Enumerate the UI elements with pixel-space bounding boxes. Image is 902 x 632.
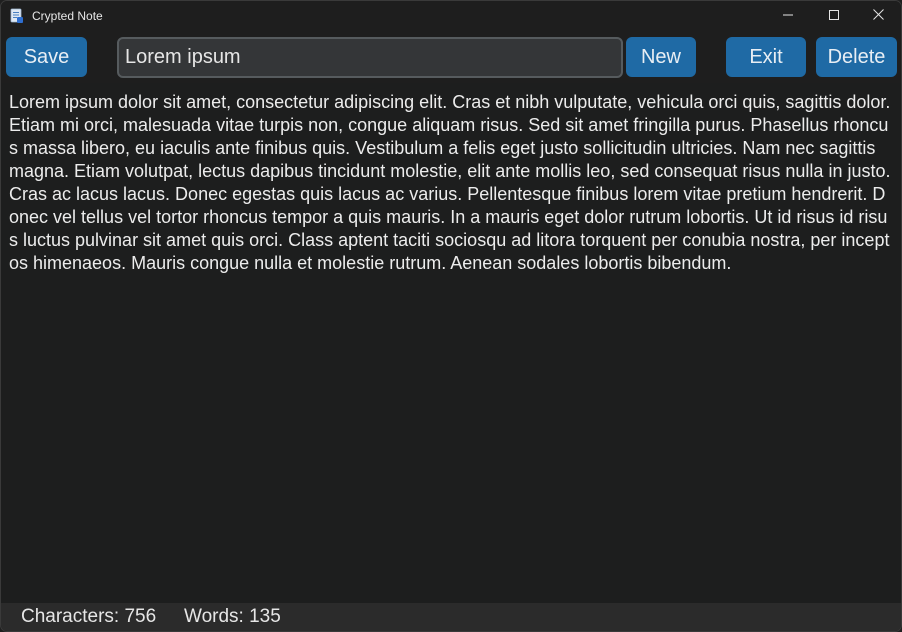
status-bar: Characters: 756 Words: 135 bbox=[1, 603, 901, 631]
title-bar[interactable]: Crypted Note bbox=[1, 1, 901, 31]
note-title-input[interactable]: Lorem ipsum bbox=[117, 37, 623, 78]
notepad-icon bbox=[10, 8, 24, 24]
window-title: Crypted Note bbox=[32, 9, 103, 23]
maximize-icon bbox=[829, 7, 839, 25]
minimize-icon bbox=[783, 7, 793, 25]
note-body-text: Lorem ipsum dolor sit amet, consectetur … bbox=[9, 92, 891, 273]
note-editor[interactable]: Lorem ipsum dolor sit amet, consectetur … bbox=[1, 83, 901, 603]
word-count: Words: 135 bbox=[184, 606, 281, 627]
save-button[interactable]: Save bbox=[6, 37, 87, 77]
close-button[interactable] bbox=[855, 1, 901, 31]
close-icon bbox=[872, 7, 884, 25]
exit-button[interactable]: Exit bbox=[726, 37, 806, 77]
app-window: Crypted Note Save Lorem ipsum New Exit D… bbox=[0, 0, 902, 632]
character-count: Characters: 756 bbox=[21, 606, 157, 627]
maximize-button[interactable] bbox=[811, 1, 857, 31]
new-button[interactable]: New bbox=[626, 37, 696, 77]
toolbar: Save Lorem ipsum New Exit Delete bbox=[1, 31, 901, 83]
minimize-button[interactable] bbox=[765, 1, 811, 31]
delete-button[interactable]: Delete bbox=[816, 37, 897, 77]
